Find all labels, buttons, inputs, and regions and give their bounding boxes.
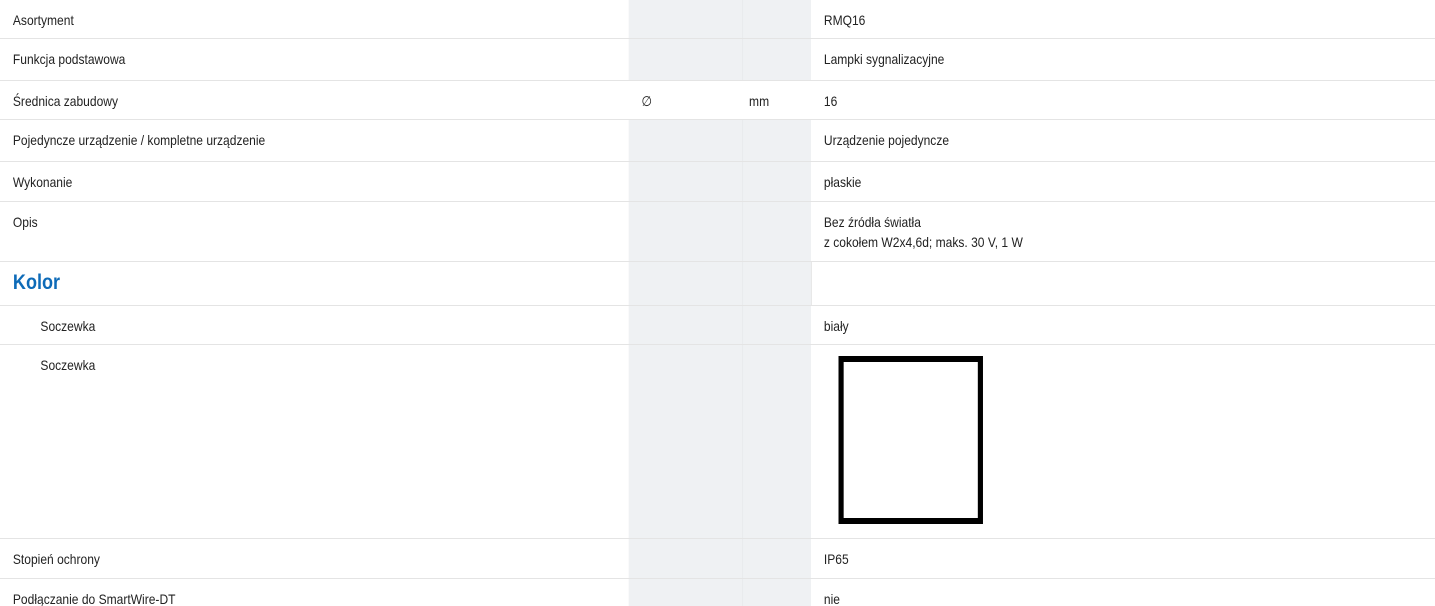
section-title: Kolor: [12, 271, 61, 294]
attribute-row-lens-swatch: Soczewka: [0, 345, 1435, 539]
attribute-value: IP65: [823, 551, 849, 567]
attribute-symbol: [628, 162, 743, 201]
diameter-symbol: ∅: [628, 81, 743, 119]
attribute-row-protection: Stopień ochrony IP65: [0, 539, 1435, 579]
attribute-label: Soczewka: [40, 357, 96, 373]
attribute-unit: [742, 39, 811, 80]
attribute-row-lens-color: Soczewka biały: [0, 306, 1435, 345]
attribute-value: Urządzenie pojedyncze: [823, 132, 950, 148]
description-line-2: z cokołem W2x4,6d; maks. 30 V, 1 W: [823, 234, 1023, 250]
attribute-row-mounting-diameter: Średnica zabudowy ∅ mm 16: [0, 81, 1435, 120]
attribute-value: płaskie: [823, 174, 862, 190]
attribute-label: Wykonanie: [12, 174, 73, 190]
attribute-label: Funkcja podstawowa: [12, 51, 126, 67]
color-swatch-white: [838, 356, 983, 524]
attribute-row-version: Wykonanie płaskie: [0, 162, 1435, 202]
attribute-value: RMQ16: [823, 12, 866, 28]
attribute-label: Podłączanie do SmartWire-DT: [12, 591, 176, 606]
attribute-value: nie: [823, 591, 840, 606]
attribute-label: Średnica zabudowy: [12, 93, 118, 109]
attribute-unit: [742, 202, 811, 261]
attribute-value: biały: [823, 318, 849, 334]
attribute-unit: [742, 120, 811, 161]
attribute-row-smartwire: Podłączanie do SmartWire-DT nie: [0, 579, 1435, 606]
attribute-label: Soczewka: [40, 318, 96, 334]
attribute-label: Opis: [12, 214, 38, 230]
attribute-value: Bez źródła światła z cokołem W2x4,6d; ma…: [811, 202, 1435, 261]
attribute-symbol: [628, 202, 743, 261]
attribute-row-device-type: Pojedyncze urządzenie / kompletne urządz…: [0, 120, 1435, 162]
attribute-row-basic-function: Funkcja podstawowa Lampki sygnalizacyjne: [0, 39, 1435, 81]
section-heading-color: Kolor: [0, 262, 1435, 306]
description-line-1: Bez źródła światła: [823, 214, 921, 230]
attribute-symbol: [628, 120, 743, 161]
attribute-unit: [742, 162, 811, 201]
attribute-symbol: [628, 0, 743, 38]
attribute-label: Stopień ochrony: [12, 551, 100, 567]
product-attributes-table: Asortyment RMQ16 Funkcja podstawowa Lamp…: [0, 0, 1435, 606]
attribute-label: Pojedyncze urządzenie / kompletne urządz…: [12, 132, 266, 148]
attribute-row-description: Opis Bez źródła światła z cokołem W2x4,6…: [0, 202, 1435, 262]
attribute-symbol: [628, 39, 743, 80]
attribute-unit: [742, 0, 811, 38]
attribute-value: 16: [823, 93, 838, 109]
attribute-row-assortment: Asortyment RMQ16: [0, 0, 1435, 39]
attribute-label: Asortyment: [12, 12, 74, 28]
attribute-value: Lampki sygnalizacyjne: [823, 51, 945, 67]
attribute-unit: mm: [742, 81, 811, 119]
